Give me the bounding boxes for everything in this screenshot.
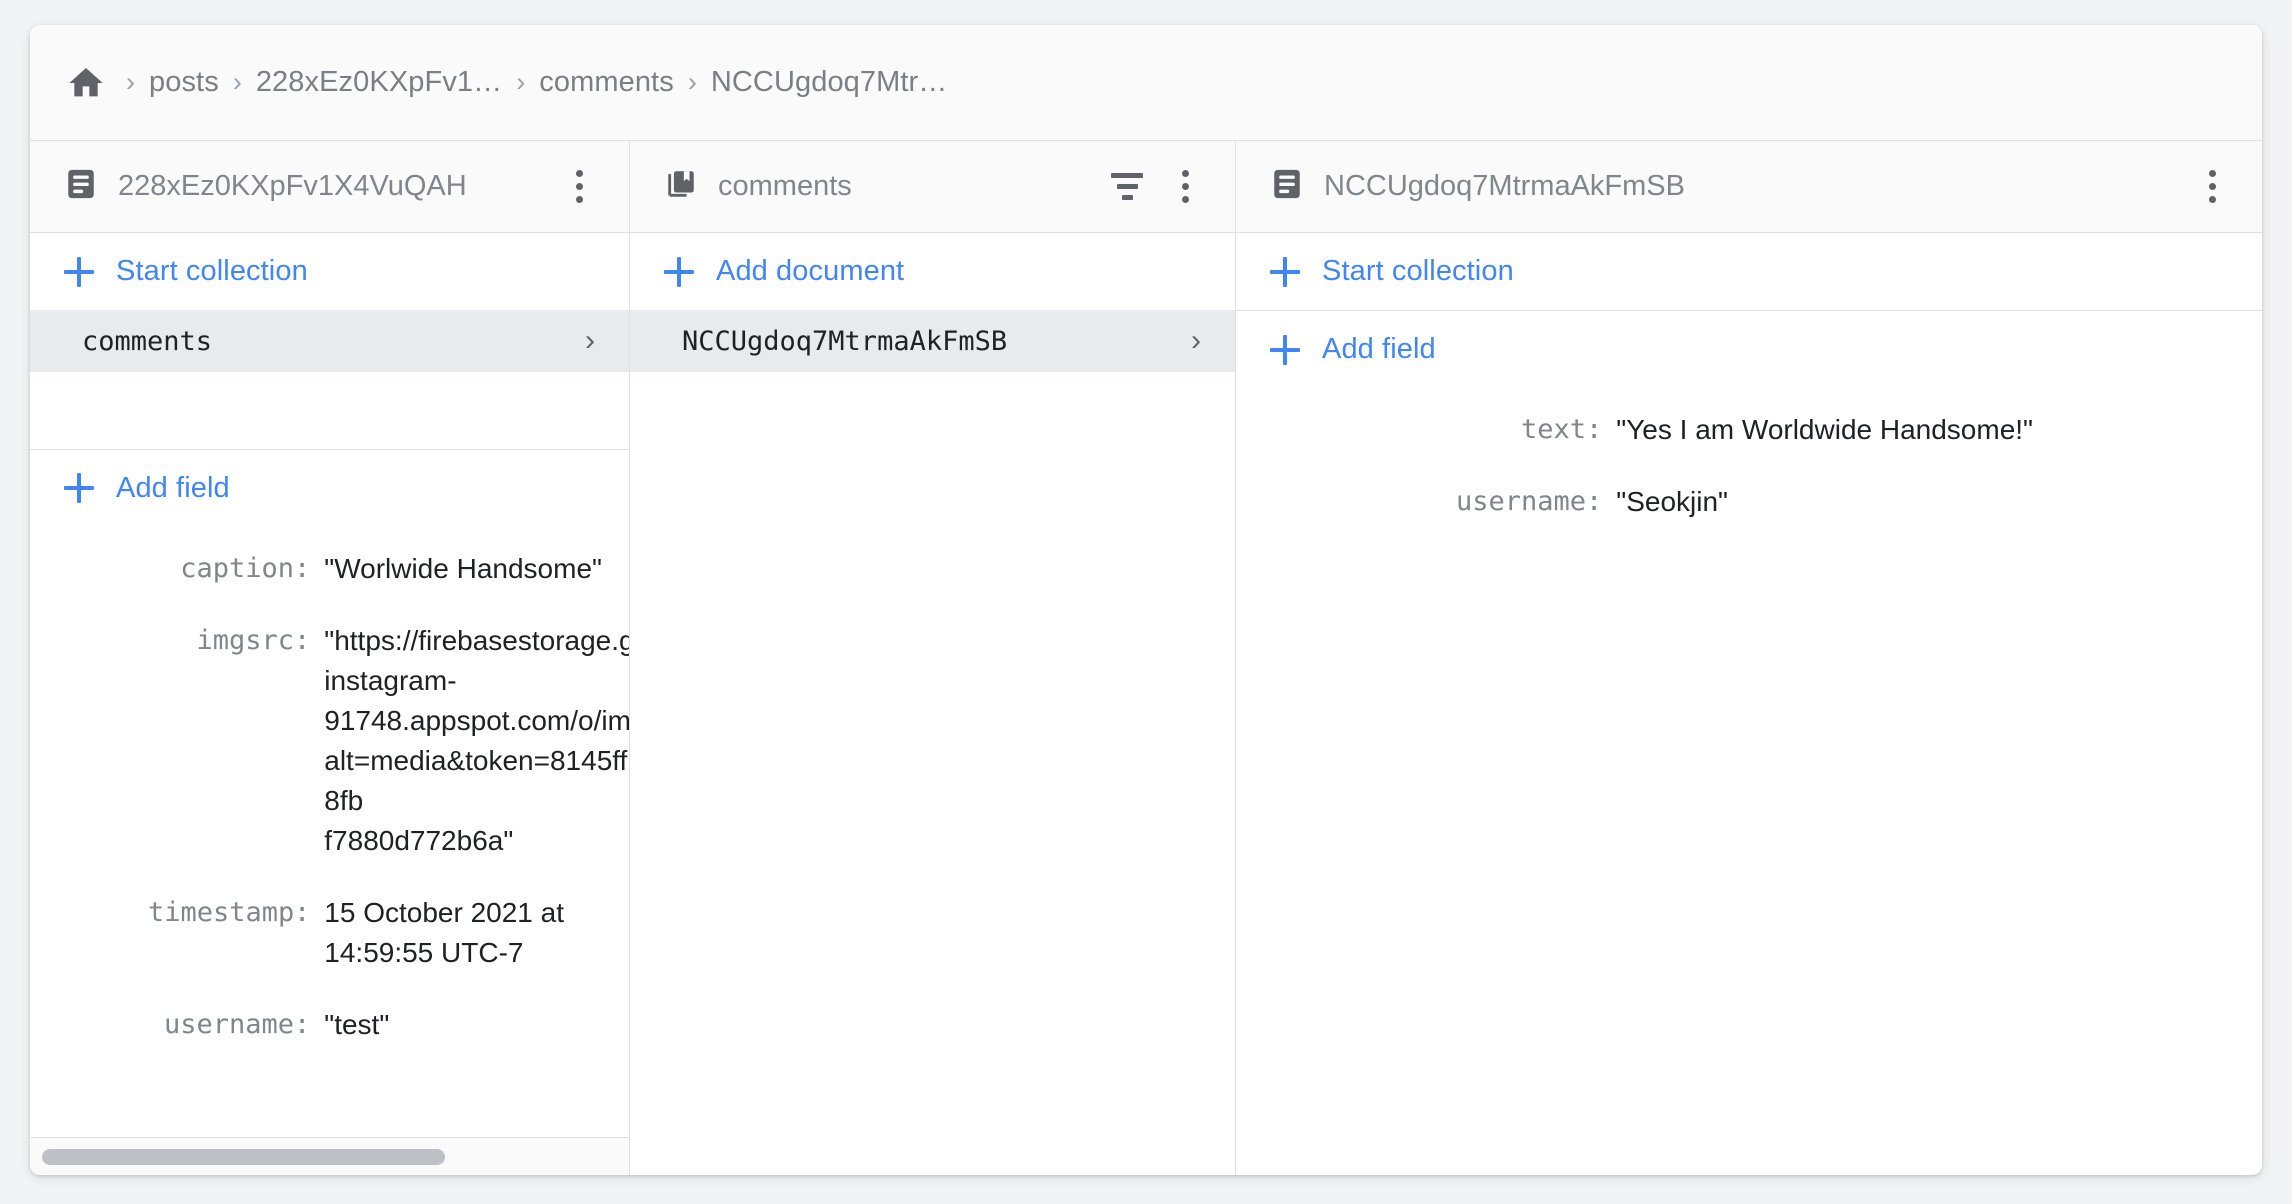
chevron-right-icon: › <box>585 324 595 357</box>
field-row[interactable]: timestamp : 15 October 2021 at 14:59:55 … <box>30 877 629 989</box>
plus-icon <box>64 256 94 287</box>
field-key: text <box>1520 414 1586 445</box>
start-collection-button-left[interactable]: Start collection <box>30 233 629 310</box>
document-name: NCCUgdoq7MtrmaAkFmSB <box>682 325 1008 357</box>
field-colon: : <box>294 1008 311 1040</box>
field-value: 15 October 2021 at 14:59:55 UTC-7 <box>324 896 564 968</box>
start-collection-button-right[interactable]: Start collection <box>1236 233 2262 310</box>
left-collection-list: comments › <box>30 310 629 372</box>
panel-left-document: 228xEz0KXpFv1X4VuQAH Start collection co… <box>30 141 630 1175</box>
column-container: 228xEz0KXpFv1X4VuQAH Start collection co… <box>30 141 2262 1175</box>
collection-actions <box>1103 163 1209 211</box>
field-key: imgsrc <box>196 624 294 656</box>
field-row[interactable]: caption : "Worlwide Handsome" <box>30 533 629 605</box>
scrollbar-thumb[interactable] <box>42 1148 445 1165</box>
field-value: "Yes I am Worldwide Handsome!" <box>1616 414 2033 445</box>
add-document-label: Add document <box>716 255 905 287</box>
plus-icon <box>1270 334 1300 365</box>
firestore-data-browser: › posts › 228xEz0KXpFv1… › comments › NC… <box>30 25 2262 1175</box>
left-document-title: 228xEz0KXpFv1X4VuQAH <box>118 170 467 202</box>
add-field-button-right[interactable]: Add field <box>1236 311 2262 388</box>
document-icon <box>64 167 98 206</box>
more-vert-icon[interactable] <box>1161 163 1209 211</box>
field-colon: : <box>294 552 311 584</box>
chevron-right-icon: › <box>1191 324 1201 357</box>
document-row[interactable]: NCCUgdoq7MtrmaAkFmSB › <box>630 310 1235 372</box>
collection-header: comments <box>630 141 1235 233</box>
horizontal-scrollbar[interactable] <box>30 1137 629 1175</box>
field-value: "test" <box>324 1008 390 1040</box>
filter-icon[interactable] <box>1103 163 1151 211</box>
field-value: "https://firebasestorage.google instagra… <box>324 624 629 856</box>
plus-icon <box>64 473 94 503</box>
breadcrumb-separator: › <box>516 67 526 97</box>
document-icon <box>1270 167 1304 206</box>
left-document-actions <box>555 163 603 211</box>
breadcrumb-separator: › <box>232 67 242 97</box>
field-colon: : <box>1586 486 1603 517</box>
right-document-title: NCCUgdoq7MtrmaAkFmSB <box>1324 170 1685 202</box>
field-row[interactable]: username : "Seokjin" <box>1236 466 2262 538</box>
field-colon: : <box>1586 414 1603 445</box>
plus-icon <box>1270 256 1300 287</box>
breadcrumb-separator: › <box>126 67 135 97</box>
breadcrumb-item-comment-document[interactable]: NCCUgdoq7Mtr… <box>711 66 948 99</box>
field-colon: : <box>294 896 311 928</box>
left-document-header: 228xEz0KXpFv1X4VuQAH <box>30 141 629 233</box>
field-value: "Worlwide Handsome" <box>324 552 602 584</box>
more-vert-icon[interactable] <box>555 163 603 211</box>
right-document-actions <box>2188 163 2236 211</box>
add-document-button[interactable]: Add document <box>630 233 1235 310</box>
collection-title: comments <box>718 170 852 202</box>
field-value: "Seokjin" <box>1616 486 1728 517</box>
right-document-header: NCCUgdoq7MtrmaAkFmSB <box>1236 141 2262 233</box>
field-row[interactable]: username : "test" <box>30 989 629 1061</box>
right-document-empty-space <box>1236 857 2262 1176</box>
breadcrumb-list: › posts › 228xEz0KXpFv1… › comments › NC… <box>66 63 947 103</box>
left-collection-empty-space <box>30 372 629 449</box>
start-collection-label: Start collection <box>1322 255 1514 287</box>
collection-row-comments[interactable]: comments › <box>30 310 629 372</box>
field-key: timestamp <box>148 896 295 928</box>
left-document-fields: caption : "Worlwide Handsome" imgsrc : "… <box>30 527 629 1138</box>
field-key: username <box>163 1008 294 1040</box>
add-field-button-left[interactable]: Add field <box>30 450 629 527</box>
field-row[interactable]: text : "Yes I am Worldwide Handsome!" <box>1236 394 2262 466</box>
field-key: caption <box>180 552 294 584</box>
field-key: username <box>1456 486 1587 517</box>
add-field-label: Add field <box>1322 333 1436 365</box>
breadcrumb-separator: › <box>687 67 697 97</box>
collection-name: comments <box>82 325 213 357</box>
plus-icon <box>664 256 694 287</box>
field-row[interactable]: imgsrc : "https://firebasestorage.google… <box>30 605 629 877</box>
breadcrumb: › posts › 228xEz0KXpFv1… › comments › NC… <box>30 25 2262 141</box>
more-vert-icon[interactable] <box>2188 163 2236 211</box>
breadcrumb-item-document[interactable]: 228xEz0KXpFv1… <box>256 66 502 99</box>
add-field-label: Add field <box>116 471 230 504</box>
collection-icon <box>664 167 698 206</box>
home-icon[interactable] <box>66 63 106 103</box>
start-collection-label: Start collection <box>116 255 308 287</box>
document-list: NCCUgdoq7MtrmaAkFmSB › <box>630 310 1235 372</box>
field-colon: : <box>294 624 311 656</box>
panel-right-document: NCCUgdoq7MtrmaAkFmSB Start collection Ad… <box>1236 141 2262 1175</box>
panel-collection: comments Add document NCCUgdoq7MtrmaAkFm… <box>630 141 1236 1175</box>
breadcrumb-item-posts[interactable]: posts <box>149 66 219 99</box>
breadcrumb-item-comments[interactable]: comments <box>539 66 674 99</box>
right-document-fields: text : "Yes I am Worldwide Handsome!" us… <box>1236 388 2262 857</box>
collection-empty-space <box>630 372 1235 1175</box>
